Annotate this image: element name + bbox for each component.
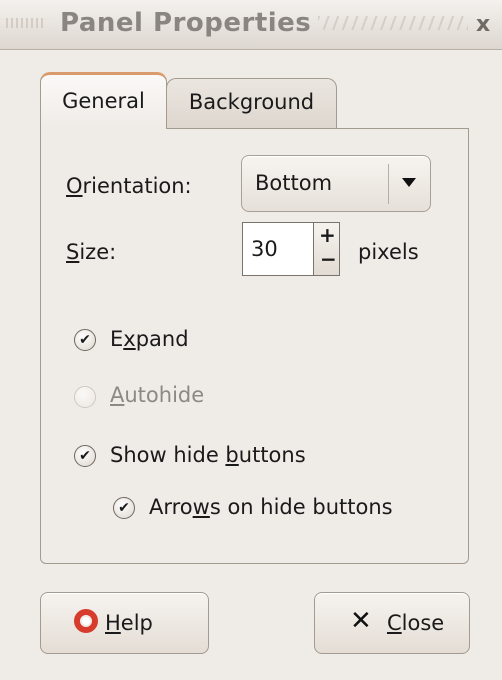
help-button-label: Help — [105, 611, 153, 635]
orientation-combo[interactable]: Bottom — [241, 155, 431, 212]
title-bar[interactable]: Panel Properties x — [0, 0, 502, 50]
window-title: Panel Properties — [60, 8, 312, 38]
size-input[interactable]: 30 — [242, 222, 314, 276]
autohide-checkbox[interactable] — [74, 386, 96, 408]
increment-icon[interactable]: + — [319, 223, 336, 247]
size-spin-buttons: + − — [314, 222, 340, 276]
lifebuoy-icon — [74, 609, 98, 633]
tab-general-label: General — [62, 89, 145, 113]
decrement-icon[interactable]: − — [320, 247, 337, 271]
titlebar-grip-left — [6, 18, 46, 28]
size-unit: pixels — [358, 240, 419, 264]
expand-checkbox[interactable]: ✔ — [74, 329, 96, 351]
tab-background[interactable]: Background — [166, 78, 337, 129]
tab-general[interactable]: General — [40, 72, 167, 129]
help-button[interactable]: Help — [40, 592, 209, 654]
autohide-label: Autohide — [110, 383, 205, 407]
window-close-icon[interactable]: x — [476, 12, 502, 42]
chevron-down-icon — [402, 178, 416, 187]
size-label: Size: — [66, 240, 117, 264]
expand-label: Expand — [110, 327, 189, 351]
show-hide-buttons-checkbox[interactable]: ✔ — [74, 445, 96, 467]
close-x-icon: ✕ — [350, 606, 372, 636]
arrows-on-hide-buttons-label: Arrows on hide buttons — [149, 495, 393, 519]
close-button[interactable]: ✕ Close — [314, 592, 470, 654]
titlebar-grip-right — [318, 16, 468, 30]
orientation-value: Bottom — [255, 171, 333, 195]
arrows-on-hide-buttons-checkbox[interactable]: ✔ — [113, 497, 135, 519]
close-button-label: Close — [387, 611, 445, 635]
orientation-label: Orientation: — [66, 174, 192, 198]
combo-separator — [388, 164, 389, 204]
show-hide-buttons-label: Show hide buttons — [110, 443, 306, 467]
tab-background-label: Background — [188, 90, 315, 114]
